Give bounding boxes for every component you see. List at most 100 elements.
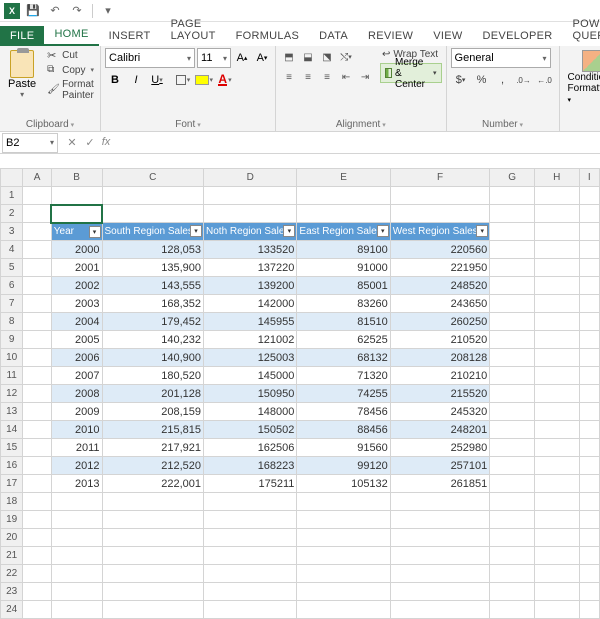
cell[interactable] [579,583,599,601]
cell[interactable]: 2012 [51,457,102,475]
merge-center-button[interactable]: Merge & Center▾ [380,63,442,83]
cell[interactable] [490,205,535,223]
cell[interactable] [23,601,51,619]
cell[interactable] [102,583,204,601]
comma-button[interactable]: , [493,70,513,90]
redo-icon[interactable]: ↷ [68,2,86,20]
cell[interactable]: 248201 [390,421,489,439]
tab-formulas[interactable]: FORMULAS [226,26,310,46]
cell[interactable] [390,205,489,223]
row-header[interactable]: 22 [1,565,23,583]
cell[interactable] [102,205,204,223]
row-header[interactable]: 21 [1,547,23,565]
cell[interactable] [579,385,599,403]
cell[interactable] [534,367,579,385]
cell[interactable]: 208128 [390,349,489,367]
cell[interactable] [51,601,102,619]
cell[interactable] [490,601,535,619]
cell[interactable]: 2001 [51,259,102,277]
cell[interactable] [579,349,599,367]
cell[interactable] [579,493,599,511]
cell[interactable]: 180,520 [102,367,204,385]
cell[interactable] [579,439,599,457]
select-all-corner[interactable] [1,169,23,187]
cell[interactable]: 85001 [297,277,390,295]
row-header[interactable]: 4 [1,241,23,259]
cell[interactable]: 2009 [51,403,102,421]
cell[interactable]: 142000 [204,295,297,313]
cell[interactable] [490,385,535,403]
cell[interactable] [579,421,599,439]
cell[interactable]: 2007 [51,367,102,385]
cell[interactable] [23,223,51,241]
cell[interactable]: 148000 [204,403,297,421]
cell[interactable] [23,511,51,529]
cell[interactable] [534,385,579,403]
cell[interactable] [534,295,579,313]
cell[interactable] [204,493,297,511]
cell[interactable] [297,187,390,205]
cell[interactable] [51,565,102,583]
cell[interactable] [490,367,535,385]
cell[interactable] [490,583,535,601]
bold-button[interactable]: B [105,70,125,90]
cell[interactable] [23,313,51,331]
cell[interactable] [579,565,599,583]
cell[interactable] [102,547,204,565]
cell[interactable] [23,349,51,367]
cell[interactable] [23,547,51,565]
row-header[interactable]: 5 [1,259,23,277]
increase-indent-button[interactable]: ⇥ [356,68,374,86]
save-icon[interactable]: 💾 [24,2,42,20]
cell[interactable] [23,241,51,259]
cell[interactable] [390,565,489,583]
row-header[interactable]: 1 [1,187,23,205]
cell[interactable]: 145955 [204,313,297,331]
cell[interactable] [534,241,579,259]
cell[interactable] [579,295,599,313]
cell[interactable] [534,349,579,367]
align-bottom-button[interactable]: ⬔ [318,48,336,66]
row-header[interactable]: 16 [1,457,23,475]
cell[interactable] [490,223,535,241]
cell[interactable]: 2002 [51,277,102,295]
cell[interactable] [579,241,599,259]
cell[interactable] [102,493,204,511]
cell[interactable]: 68132 [297,349,390,367]
cell[interactable]: 150950 [204,385,297,403]
percent-button[interactable]: % [472,70,492,90]
spreadsheet-grid[interactable]: A B C D E F G H I 123Year▾South Region S… [0,168,600,619]
cell[interactable] [23,493,51,511]
cell[interactable]: 215520 [390,385,489,403]
col-header[interactable]: A [23,169,51,187]
cell[interactable]: 2004 [51,313,102,331]
cell[interactable]: 83260 [297,295,390,313]
cell[interactable]: 91000 [297,259,390,277]
fx-icon[interactable]: fx [100,136,116,149]
filter-dropdown-icon[interactable]: ▾ [190,225,202,237]
cell[interactable] [579,547,599,565]
cell[interactable]: 248520 [390,277,489,295]
cell[interactable]: 257101 [390,457,489,475]
cell[interactable]: 252980 [390,439,489,457]
italic-button[interactable]: I [126,70,146,90]
cell[interactable]: 145000 [204,367,297,385]
cell[interactable] [579,331,599,349]
cell[interactable]: 89100 [297,241,390,259]
cell[interactable] [579,601,599,619]
cell[interactable]: 99120 [297,457,390,475]
cell[interactable] [23,259,51,277]
cell[interactable] [490,529,535,547]
cell[interactable] [297,205,390,223]
cell[interactable] [390,511,489,529]
row-header[interactable]: 6 [1,277,23,295]
cell[interactable]: 150502 [204,421,297,439]
row-header[interactable]: 9 [1,331,23,349]
filter-dropdown-icon[interactable]: ▾ [283,225,295,237]
fill-color-button[interactable]: ▾ [194,70,214,90]
cell[interactable] [51,583,102,601]
cell[interactable] [390,187,489,205]
cell[interactable]: 2003 [51,295,102,313]
cell[interactable] [297,565,390,583]
cell[interactable] [23,583,51,601]
